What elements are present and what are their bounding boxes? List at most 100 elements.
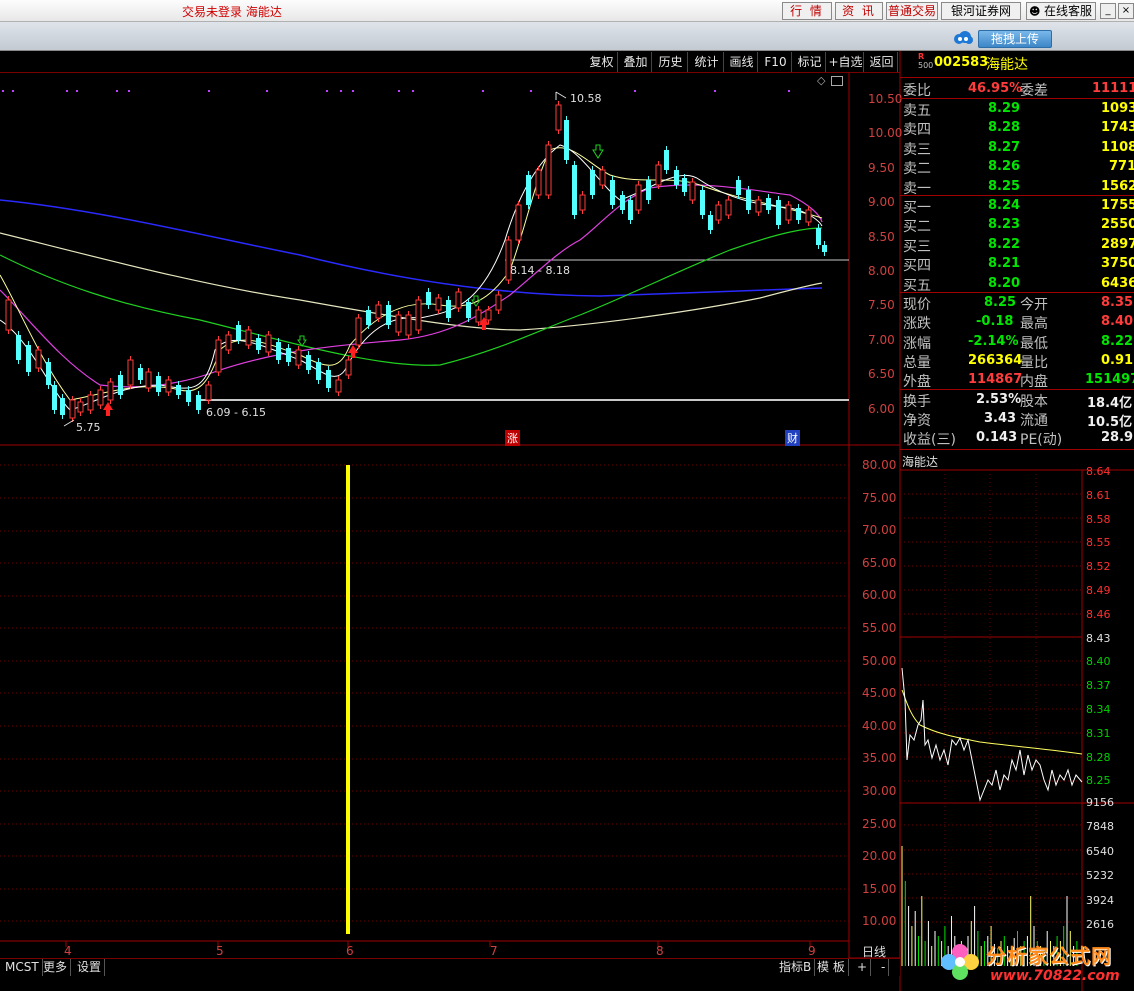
candle-body: [35, 349, 42, 369]
quote-value: 18.4亿: [1087, 395, 1133, 411]
high-annotation: 10.58: [570, 92, 602, 105]
candle-body: [345, 359, 352, 376]
indicator-y-tick: 65.00: [862, 555, 897, 570]
candle-body: [245, 329, 252, 346]
candle-body: [26, 345, 31, 372]
quote-label: 净资: [903, 412, 931, 429]
template-button[interactable]: 模 板: [814, 959, 849, 976]
intraday-price-tick: 8.64: [1086, 465, 1111, 478]
kline-y-tick: 8.00: [868, 264, 895, 278]
candle-body: [60, 398, 65, 415]
candle-body: [725, 199, 732, 216]
zoom-out-button[interactable]: -: [878, 959, 890, 976]
book-level-price: 8.25: [988, 178, 1021, 194]
candle-body: [16, 335, 21, 360]
book-level-volume: 3750: [1101, 256, 1134, 272]
book-level-label: 买四: [903, 258, 931, 275]
indicator-b-button[interactable]: 指标B: [776, 959, 816, 976]
quote-label: 今开: [1020, 297, 1048, 313]
intraday-volume-tick: 3924: [1086, 893, 1114, 907]
candle-body: [620, 195, 625, 210]
kline-y-tick: 9.00: [868, 195, 895, 210]
quote-value: 3.43: [984, 410, 1017, 426]
intraday-price-tick: 8.28: [1086, 750, 1111, 764]
candle-body: [176, 385, 181, 395]
candle-body: [579, 194, 586, 211]
indicator-y-tick: 80.00: [862, 458, 897, 472]
candle-body: [664, 150, 669, 170]
window-toggle-icon[interactable]: [831, 76, 843, 86]
candle-body: [646, 180, 651, 200]
diamond-icon[interactable]: ◇: [817, 74, 825, 87]
quote-label: 现价: [903, 297, 931, 313]
candle-body: [526, 175, 531, 205]
intraday-price-tick: 8.43: [1086, 631, 1111, 645]
quote-value: 10.5亿: [1087, 414, 1133, 430]
candle-body: [276, 342, 281, 360]
candle-body: [426, 292, 431, 305]
indicator-y-tick: 25.00: [862, 816, 897, 831]
order-diff-label: 委差: [1020, 83, 1048, 99]
candle-body: [515, 204, 522, 241]
candle-body: [225, 334, 232, 351]
candle-body: [466, 302, 471, 318]
candle-body: [822, 245, 827, 252]
candle-body: [785, 204, 792, 221]
quote-value: -2.14%: [968, 333, 1019, 349]
finance-marker[interactable]: 财: [785, 430, 800, 446]
zoom-in-button[interactable]: +: [854, 959, 872, 976]
candle-body: [366, 310, 371, 325]
indicator-mcst-tab[interactable]: MCST: [2, 959, 43, 976]
indicator-y-tick: 50.00: [862, 653, 897, 668]
book-level-volume: 2897: [1101, 236, 1134, 252]
indicator-y-tick: 10.00: [862, 914, 897, 929]
date-tick: 8: [656, 944, 664, 958]
quote-value: 151497: [1085, 372, 1134, 388]
book-level-price: 8.27: [988, 139, 1021, 155]
book-level-volume: 771: [1109, 159, 1134, 175]
intraday-price-tick: 8.52: [1086, 560, 1111, 574]
candle-body: [306, 355, 311, 370]
candle-body: [736, 180, 741, 195]
candle-body: [715, 204, 722, 221]
candle-body: [555, 104, 562, 131]
indicator-y-tick: 20.00: [862, 849, 897, 864]
candle-body: [564, 120, 569, 160]
book-level-price: 8.20: [988, 275, 1021, 291]
candle-body: [265, 334, 272, 353]
indicator-y-tick: 30.00: [862, 784, 897, 798]
indicator-y-tick: 15.00: [862, 881, 897, 896]
candle-body: [395, 314, 402, 333]
intraday-price-tick: 8.34: [1086, 703, 1111, 716]
quote-label: 换手: [903, 393, 931, 410]
candle-body: [118, 375, 123, 395]
more-button[interactable]: 更多: [40, 959, 72, 976]
kline-y-tick: 8.50: [868, 229, 895, 244]
kline-y-tick: 10.50: [868, 92, 903, 106]
candle-body: [196, 395, 201, 410]
chart-canvas: [0, 51, 1134, 991]
indicator-y-tick: 60.00: [862, 588, 897, 603]
book-level-volume: 1562: [1101, 178, 1134, 194]
candle-body: [316, 362, 321, 380]
candle-body: [776, 200, 781, 225]
candle-body: [97, 389, 104, 406]
candle-body: [635, 184, 642, 211]
candle-body: [674, 170, 679, 185]
candle-body: [590, 170, 595, 195]
candle-body: [127, 359, 134, 386]
indicator-y-tick: 75.00: [862, 490, 897, 505]
candle-body: [708, 215, 713, 230]
candle-body: [796, 208, 801, 220]
book-level-volume: 2550: [1101, 217, 1134, 233]
indicator-y-tick: 45.00: [862, 686, 897, 701]
date-tick: 6: [346, 944, 354, 958]
intraday-price-tick: 8.46: [1086, 607, 1111, 621]
intraday-title: 海能达: [902, 455, 939, 469]
settings-button[interactable]: 设置: [74, 959, 106, 976]
limit-up-marker[interactable]: 涨: [505, 430, 520, 446]
candle-body: [628, 200, 633, 220]
book-level-price: 8.29: [988, 101, 1021, 116]
candle-body: [485, 309, 492, 321]
candle-body: [610, 180, 615, 205]
